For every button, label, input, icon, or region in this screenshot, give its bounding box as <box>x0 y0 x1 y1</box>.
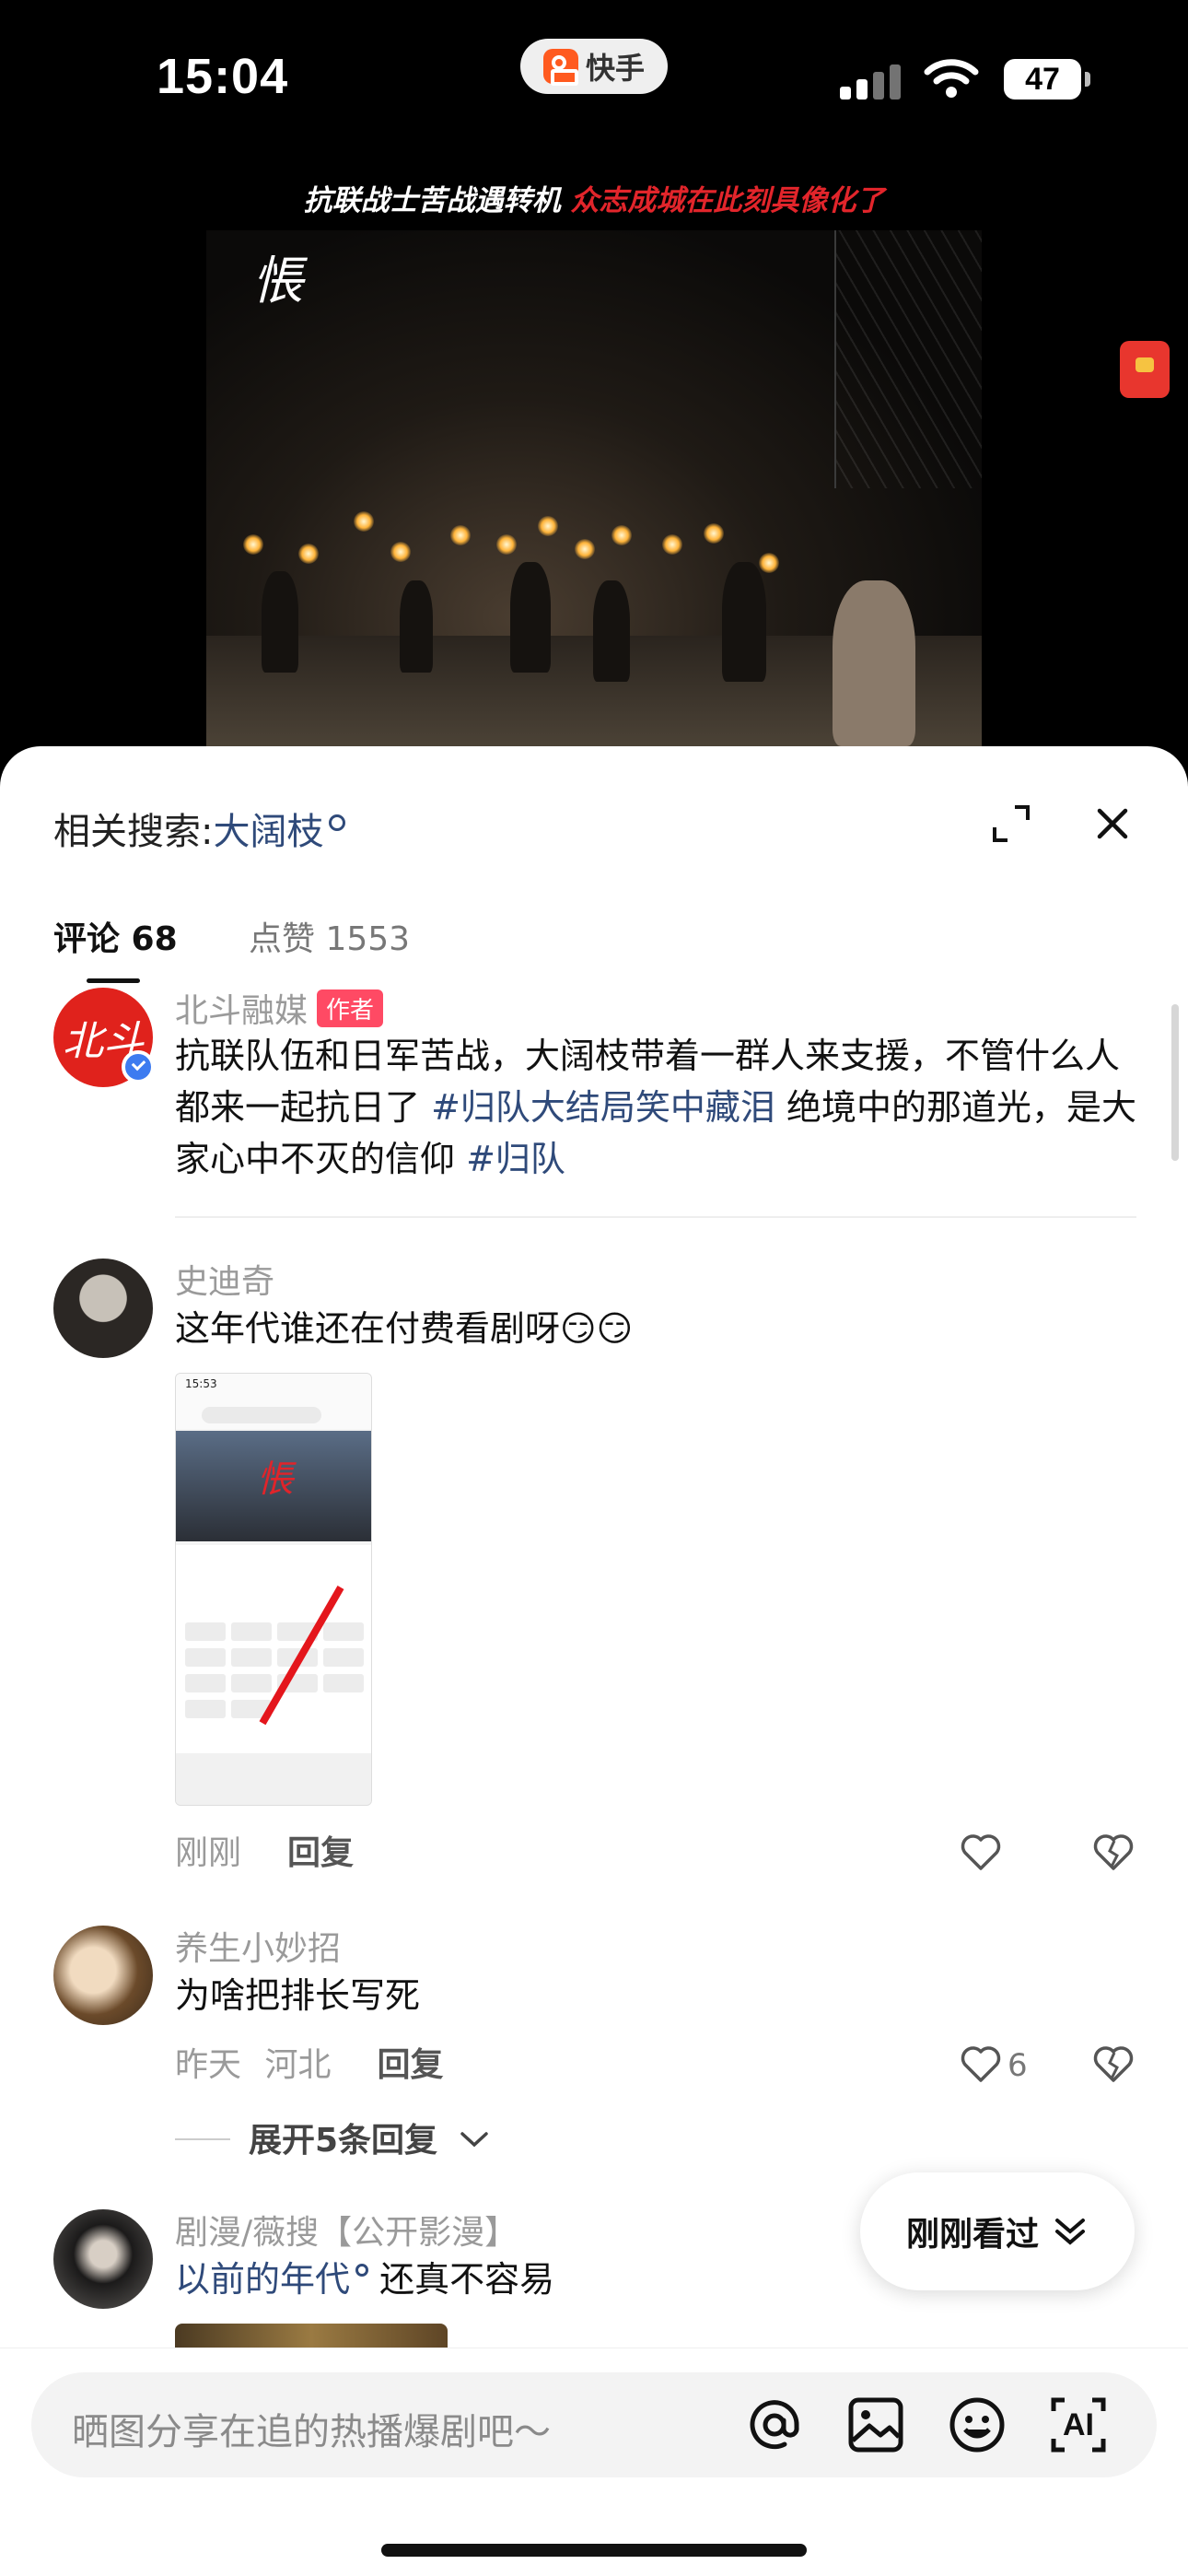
thumb-video-logo: 悵 <box>257 1458 294 1501</box>
thumb-time: 15:53 <box>185 1377 217 1390</box>
double-chevron-down-icon <box>1055 2219 1085 2245</box>
video-caption: 抗联战士苦战遇转机 众志成城在此刻具像化了 <box>0 177 1188 218</box>
thumb-header: 15:53 <box>176 1374 371 1429</box>
author-badge: 作者 <box>317 989 384 1027</box>
video-caption-part1: 抗联战士苦战遇转机 <box>303 184 561 217</box>
comment-text-rest: 还真不容易 <box>368 2259 555 2300</box>
close-icon[interactable] <box>1092 803 1133 844</box>
dislike-icon[interactable] <box>1092 2043 1135 2086</box>
thumb-episode-list <box>176 1545 371 1757</box>
comment-text: 这年代谁还在付费看剧呀😏😏 <box>175 1308 634 1349</box>
comment-image[interactable]: 15:53 悵 <box>175 1373 372 1806</box>
comment-username[interactable]: 养生小妙招 <box>175 1922 341 1970</box>
comment-time: 刚刚 <box>175 1834 242 1872</box>
expand-icon[interactable] <box>991 803 1031 844</box>
related-search: 相关搜索:大阔枝 <box>53 802 346 855</box>
app-name: 快手 <box>585 51 645 86</box>
comment-meta: 刚刚 回复 <box>175 1826 354 1874</box>
video-player[interactable]: 悵 <box>206 230 982 746</box>
status-bar: 15:04 快手 47 <box>0 0 1188 157</box>
recently-seen-label: 刚刚看过 <box>905 2216 1039 2254</box>
expand-line <box>175 2138 230 2140</box>
app-indicator-pill[interactable]: 快手 <box>520 39 668 94</box>
comments-sheet: 相关搜索:大阔枝 评论 68 点赞 1553 北斗 北斗融媒 作者 抗联队伍和日军… <box>0 746 1188 2576</box>
comment-input[interactable]: 晒图分享在追的热播爆剧吧～ AI <box>31 2372 1157 2477</box>
comment-meta: 昨天 河北 回复 <box>175 2038 444 2086</box>
ai-label: AI <box>1063 2406 1094 2442</box>
hashtag-link[interactable]: #归队大结局笑中藏泪 <box>431 1087 775 1128</box>
video-tree <box>834 230 982 488</box>
comment-time: 昨天 <box>175 2046 242 2084</box>
avatar[interactable] <box>53 2209 153 2309</box>
reply-button[interactable]: 回复 <box>377 2046 443 2084</box>
home-indicator[interactable] <box>381 2544 807 2557</box>
comment-text: 为啥把排长写死 <box>175 1975 421 2016</box>
avatar[interactable] <box>53 1259 153 1358</box>
expand-replies-button[interactable]: 展开5条回复 <box>175 2113 490 2161</box>
related-search-label: 相关搜索: <box>53 811 214 853</box>
comment-username[interactable]: 剧漫/薇搜【公开影漫】 <box>175 2206 518 2254</box>
heart-icon[interactable] <box>960 2043 1002 2086</box>
dislike-icon[interactable] <box>1092 1832 1135 1874</box>
divider <box>175 1216 1136 1218</box>
avatar[interactable] <box>53 1926 153 2025</box>
battery-cap <box>1085 72 1090 87</box>
thumb-video: 悵 <box>176 1431 371 1541</box>
comment-text: 抗联队伍和日军苦战，大阔枝带着一群人来支援，不管什么人都来一起抗日了 #归队大结… <box>175 1030 1142 1185</box>
tab-likes[interactable]: 点赞 1553 <box>249 912 410 960</box>
red-envelope-icon[interactable] <box>1120 341 1170 398</box>
tab-underline <box>87 978 140 983</box>
comment-input-bar: 晒图分享在追的热播爆剧吧～ AI <box>0 2348 1188 2576</box>
thumb-search-bar <box>202 1407 321 1423</box>
hashtag-link[interactable]: #归队 <box>466 1139 565 1179</box>
search-link[interactable]: 以前的年代 <box>175 2259 350 2300</box>
reply-button[interactable]: 回复 <box>287 1834 354 1872</box>
related-search-term[interactable]: 大阔枝 <box>213 811 323 853</box>
scrollbar[interactable] <box>1171 1004 1179 1161</box>
video-logo: 悵 <box>252 252 304 311</box>
search-icon <box>355 2264 369 2277</box>
comment-username[interactable]: 北斗融媒 <box>175 992 308 1030</box>
verified-badge-icon <box>122 1050 155 1083</box>
heart-icon[interactable] <box>960 1832 1002 1874</box>
like-count: 6 <box>1007 2047 1028 2084</box>
video-caption-part2: 众志成城在此刻具像化了 <box>570 184 885 217</box>
tab-comments[interactable]: 评论 68 <box>53 912 178 960</box>
battery-indicator: 47 <box>1004 59 1081 100</box>
thumb-toolbar <box>176 1753 371 1805</box>
cellular-signal-icon <box>840 63 904 100</box>
emoji-icon[interactable] <box>947 2395 1007 2455</box>
mention-icon[interactable] <box>744 2395 805 2455</box>
comment-author[interactable]: 北斗融媒 作者 <box>175 984 384 1032</box>
input-placeholder: 晒图分享在追的热播爆剧吧～ <box>72 2411 551 2453</box>
search-icon <box>329 814 346 831</box>
chevron-down-icon <box>460 2132 488 2148</box>
expand-replies-label: 展开5条回复 <box>249 2122 438 2160</box>
kuaishou-logo-icon <box>542 49 578 86</box>
comment-username[interactable]: 史迪奇 <box>175 1255 274 1303</box>
wifi-icon <box>924 59 979 98</box>
ai-icon[interactable]: AI <box>1048 2395 1109 2455</box>
image-icon[interactable] <box>845 2395 906 2455</box>
recently-seen-button[interactable]: 刚刚看过 <box>860 2172 1135 2290</box>
status-time: 15:04 <box>157 49 289 104</box>
comment-location: 河北 <box>264 2046 332 2084</box>
